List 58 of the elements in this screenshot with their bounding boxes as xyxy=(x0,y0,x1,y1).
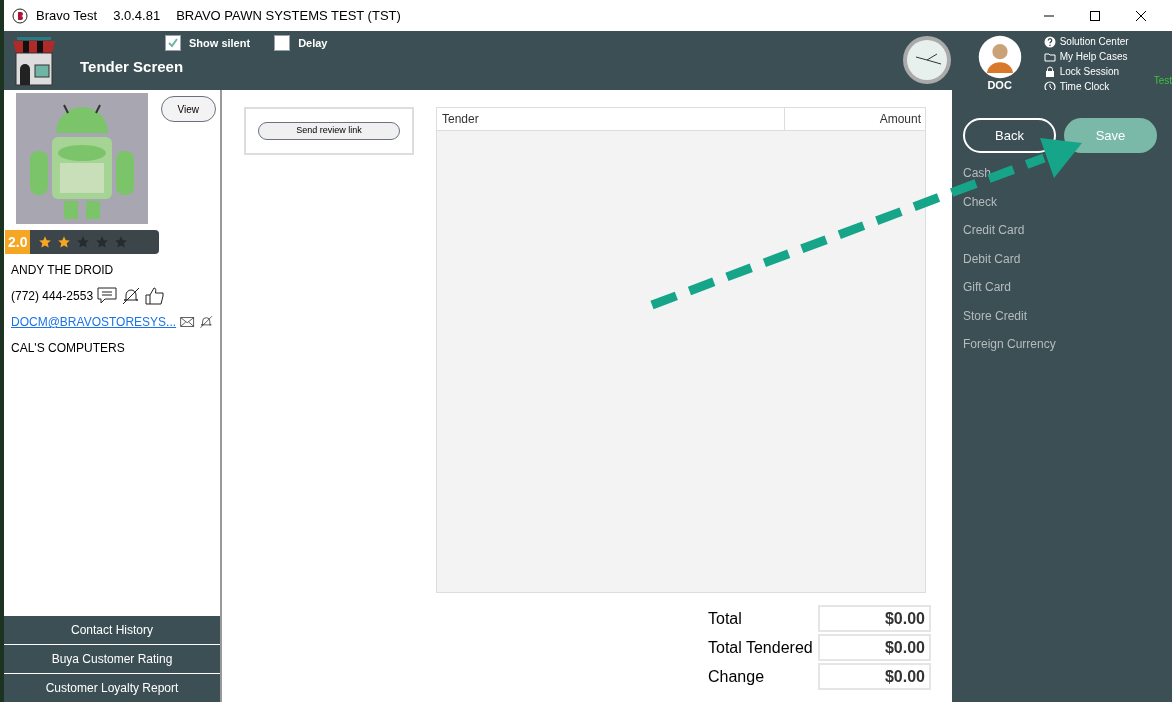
checkbox[interactable] xyxy=(274,35,291,52)
thumbs-up-icon xyxy=(145,287,166,305)
star xyxy=(95,235,110,249)
star xyxy=(114,235,129,249)
view-button[interactable]: View xyxy=(160,96,216,122)
customer-action-button[interactable]: Contact History xyxy=(4,616,220,644)
clock-icon xyxy=(1043,81,1056,93)
header-link[interactable]: Solution Center xyxy=(1043,35,1154,49)
customer-action-button[interactable]: Buya Customer Rating xyxy=(4,645,220,673)
tender-type[interactable]: Credit Card xyxy=(963,222,1161,239)
close-icon xyxy=(1136,10,1146,21)
lock-icon xyxy=(1043,66,1056,78)
header-link[interactable]: My Help Cases xyxy=(1043,50,1154,64)
tender-type[interactable]: Gift Card xyxy=(963,279,1161,296)
screen-title: Tender Screen xyxy=(80,56,185,77)
checkbox-label: Show silent xyxy=(189,36,251,51)
customer-action-button[interactable]: Customer Loyalty Report xyxy=(4,674,220,702)
total-label: Total Tendered xyxy=(708,637,814,658)
star xyxy=(38,235,53,249)
customer-company: CAL'S COMPUTERS xyxy=(11,340,126,357)
send-review-link-button[interactable]: Send review link xyxy=(258,122,400,140)
folder-icon xyxy=(1043,51,1056,63)
message-icon xyxy=(97,287,118,305)
tender-type[interactable]: Store Credit xyxy=(963,307,1161,324)
maximize-icon xyxy=(1090,10,1100,21)
checkbox[interactable] xyxy=(165,35,181,52)
tender-type[interactable]: Foreign Currency xyxy=(963,336,1161,353)
column-header: Amount xyxy=(878,111,922,128)
column-header: Tender xyxy=(437,108,785,130)
user-name: DOC xyxy=(987,79,1012,91)
total-value: $0.00 xyxy=(818,663,931,690)
star xyxy=(57,235,72,249)
rating-value: 2.0 xyxy=(5,230,31,254)
total-label: Change xyxy=(708,666,766,687)
tender-type[interactable]: Check xyxy=(963,193,1161,210)
total-value: $0.00 xyxy=(818,634,931,661)
window-title: BRAVO PAWN SYSTEMS TEST (TST) xyxy=(176,6,401,25)
app-version: 3.0.4.81 xyxy=(113,6,161,25)
wall-clock-icon xyxy=(901,35,952,85)
checkbox-label: Delay xyxy=(298,36,328,51)
app-logo-icon xyxy=(12,7,28,24)
customer-name: ANDY THE DROID xyxy=(11,262,115,279)
muted-bell-icon xyxy=(121,287,142,305)
header-link[interactable]: Lock Session xyxy=(1043,65,1154,79)
total-value: $0.00 xyxy=(818,605,931,632)
star xyxy=(76,235,91,249)
avatar xyxy=(977,35,1022,79)
customer-email-link[interactable]: DOCM@BRAVOSTORESYS... xyxy=(11,313,177,331)
tender-type[interactable]: Cash xyxy=(963,165,1161,182)
tender-type[interactable]: Debit Card xyxy=(963,250,1161,267)
envelope-icon xyxy=(180,314,195,330)
help-icon xyxy=(1043,36,1056,48)
muted-bell-icon xyxy=(198,313,213,331)
app-name: Bravo Test xyxy=(36,6,98,25)
environment-label: Test xyxy=(1153,74,1172,88)
customer-phone: (772) 444-2553 xyxy=(11,288,94,305)
total-label: Total xyxy=(708,608,743,629)
header-link[interactable]: Time Clock xyxy=(1043,80,1154,94)
